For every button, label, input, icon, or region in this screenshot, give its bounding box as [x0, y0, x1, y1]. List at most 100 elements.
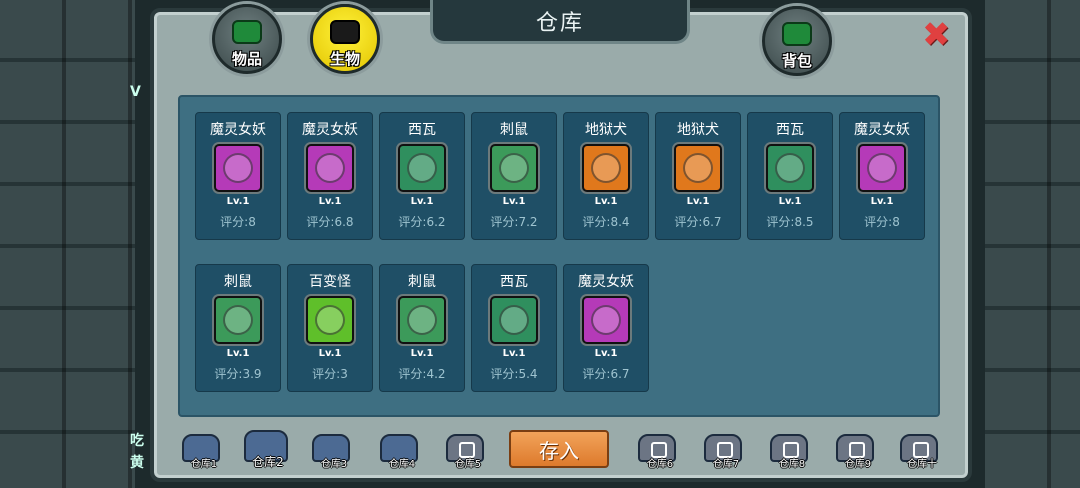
creature-score: 评分:6.7 — [674, 215, 722, 229]
warehouse-tab[interactable]: 仓库8 — [764, 432, 820, 472]
creature-card[interactable]: 魔灵女妖 Lv.1 评分:6.7 — [563, 264, 649, 392]
creature-card[interactable]: 西瓦 Lv.1 评分:6.2 — [379, 112, 465, 240]
creature-portrait-icon — [490, 296, 538, 344]
creature-card[interactable]: 地狱犬 Lv.1 评分:6.7 — [655, 112, 741, 240]
creature-name: 魔灵女妖 — [210, 122, 266, 138]
warehouse-tab-label: 仓库3 — [320, 459, 348, 470]
tab-items-label: 物品 — [231, 50, 262, 68]
creature-portrait-icon — [674, 144, 722, 192]
creature-level: Lv.1 — [502, 196, 526, 207]
creature-level: Lv.1 — [410, 348, 434, 359]
creature-card[interactable]: 魔灵女妖 Lv.1 评分:8 — [839, 112, 925, 240]
creature-level: Lv.1 — [594, 196, 618, 207]
creature-portrait-icon — [490, 144, 538, 192]
creature-name: 地狱犬 — [677, 122, 719, 138]
creature-score: 评分:5.4 — [490, 367, 538, 381]
close-button[interactable]: ✖ — [922, 18, 951, 52]
side-partial-text: 吃 — [130, 433, 144, 449]
creature-score: 评分:8.5 — [766, 215, 814, 229]
creature-card[interactable]: 地狱犬 Lv.1 评分:8.4 — [563, 112, 649, 240]
creature-score: 评分:6.8 — [306, 215, 354, 229]
warehouse-tab-label: 仓库6 — [646, 459, 674, 470]
creature-name: 魔灵女妖 — [854, 122, 910, 138]
creature-card[interactable]: 魔灵女妖 Lv.1 评分:6.8 — [287, 112, 373, 240]
warehouse-tab[interactable]: 仓库4 — [374, 432, 430, 472]
creature-score: 评分:4.2 — [398, 367, 446, 381]
right-stone-wall — [985, 0, 1080, 488]
warehouse-tab[interactable]: 仓库十 — [894, 432, 950, 472]
warehouse-tab-label: 仓库5 — [454, 459, 482, 470]
warehouse-tab[interactable]: 仓库6 — [632, 432, 688, 472]
creature-portrait-icon — [582, 296, 630, 344]
creature-card[interactable]: 西瓦 Lv.1 评分:8.5 — [747, 112, 833, 240]
warehouse-tab[interactable]: 仓库3 — [306, 432, 362, 472]
warehouse-tab-label: 仓库十 — [907, 459, 937, 470]
creature-score: 评分:8 — [864, 215, 900, 229]
creature-name: 西瓦 — [500, 274, 528, 290]
creature-score: 评分:6.7 — [582, 367, 630, 381]
creature-portrait-icon — [214, 296, 262, 344]
creature-name: 西瓦 — [408, 122, 436, 138]
creature-name: 西瓦 — [776, 122, 804, 138]
creature-name: 百变怪 — [309, 274, 351, 290]
bag-icon — [782, 22, 812, 46]
creature-name: 地狱犬 — [585, 122, 627, 138]
creature-level: Lv.1 — [686, 196, 710, 207]
warehouse-tab-label: 仓库8 — [778, 459, 806, 470]
creature-portrait-icon — [306, 144, 354, 192]
creature-score: 评分:7.2 — [490, 215, 538, 229]
creature-score: 评分:6.2 — [398, 215, 446, 229]
warehouse-tab[interactable]: 仓库2 — [240, 430, 296, 472]
creature-score: 评分:3 — [312, 367, 348, 381]
creature-level: Lv.1 — [502, 348, 526, 359]
creature-portrait-icon — [582, 144, 630, 192]
creature-level: Lv.1 — [226, 348, 250, 359]
store-button[interactable]: 存入 — [509, 430, 609, 468]
creature-name: 刺鼠 — [500, 122, 528, 138]
creature-portrait-icon — [766, 144, 814, 192]
creature-level: Lv.1 — [870, 196, 894, 207]
warehouse-tab-label: 仓库9 — [844, 459, 872, 470]
creature-level: Lv.1 — [594, 348, 618, 359]
tab-creatures-label: 生物 — [329, 50, 360, 68]
creature-level: Lv.1 — [318, 348, 342, 359]
creature-name: 魔灵女妖 — [302, 122, 358, 138]
creature-level: Lv.1 — [318, 196, 342, 207]
creature-level: Lv.1 — [226, 196, 250, 207]
warehouse-tab-label: 仓库2 — [252, 455, 284, 469]
creature-name: 刺鼠 — [408, 274, 436, 290]
creature-card[interactable]: 刺鼠 Lv.1 评分:4.2 — [379, 264, 465, 392]
creature-portrait-icon — [858, 144, 906, 192]
creature-portrait-icon — [398, 296, 446, 344]
creature-score: 评分:3.9 — [214, 367, 262, 381]
tab-items[interactable]: 物品 — [212, 4, 282, 74]
creature-card[interactable]: 西瓦 Lv.1 评分:5.4 — [471, 264, 557, 392]
side-partial-text: 黄 — [130, 455, 144, 471]
tab-creatures[interactable]: 生物 — [310, 4, 380, 74]
creature-icon — [330, 20, 360, 44]
left-stone-wall — [0, 0, 135, 488]
creature-card[interactable]: 刺鼠 Lv.1 评分:3.9 — [195, 264, 281, 392]
warehouse-tab[interactable]: 仓库1 — [176, 432, 232, 472]
warehouse-tab[interactable]: 仓库7 — [698, 432, 754, 472]
creature-card[interactable]: 百变怪 Lv.1 评分:3 — [287, 264, 373, 392]
creature-score: 评分:8 — [220, 215, 256, 229]
warehouse-tab[interactable]: 仓库5 — [440, 432, 496, 472]
creature-portrait-icon — [398, 144, 446, 192]
warehouse-tab[interactable]: 仓库9 — [830, 432, 886, 472]
warehouse-tab-label: 仓库7 — [712, 459, 740, 470]
side-partial-text: V — [130, 84, 141, 100]
creature-card[interactable]: 刺鼠 Lv.1 评分:7.2 — [471, 112, 557, 240]
warehouse-tab-label: 仓库4 — [388, 459, 416, 470]
warehouse-tab-label: 仓库1 — [190, 459, 218, 470]
creature-level: Lv.1 — [410, 196, 434, 207]
item-icon — [232, 20, 262, 44]
creature-level: Lv.1 — [778, 196, 802, 207]
bag-button[interactable]: 背包 — [762, 6, 832, 76]
creature-portrait-icon — [214, 144, 262, 192]
creature-portrait-icon — [306, 296, 354, 344]
creature-name: 刺鼠 — [224, 274, 252, 290]
creature-card[interactable]: 魔灵女妖 Lv.1 评分:8 — [195, 112, 281, 240]
page-title: 仓库 — [430, 0, 690, 44]
creature-name: 魔灵女妖 — [578, 274, 634, 290]
